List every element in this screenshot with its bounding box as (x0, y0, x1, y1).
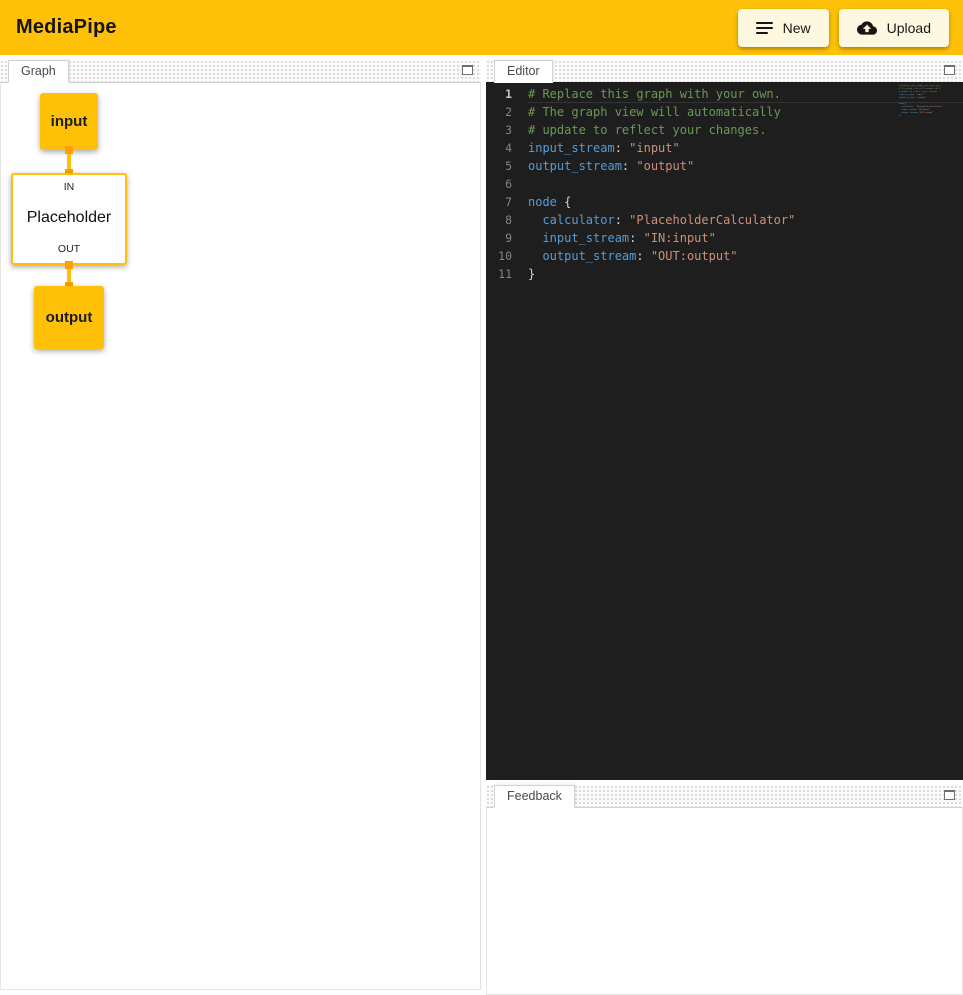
topbar-actions: New Upload (738, 9, 949, 47)
code-line: } (899, 114, 949, 117)
code-line[interactable]: 6 (486, 175, 963, 193)
code-line[interactable]: 7node { (486, 193, 963, 211)
feedback-content (486, 807, 963, 995)
code-line[interactable]: 8 calculator: "PlaceholderCalculator" (486, 211, 963, 229)
line-number: 3 (486, 121, 528, 139)
line-number: 6 (486, 175, 528, 193)
graph-node-input[interactable]: input (40, 93, 98, 150)
maximize-icon[interactable] (944, 65, 955, 75)
port-out-label: OUT (58, 243, 80, 255)
node-output-label: output (46, 309, 93, 326)
graph-canvas[interactable]: input IN Placeholder OUT output (0, 82, 481, 990)
line-number: 10 (486, 247, 528, 265)
node-placeholder-label: Placeholder (27, 209, 112, 227)
line-number: 8 (486, 211, 528, 229)
maximize-icon[interactable] (462, 65, 473, 75)
minimap[interactable]: # Replace this graph with your own.# The… (899, 84, 949, 144)
feedback-panel-header: Feedback (486, 785, 963, 807)
upload-button[interactable]: Upload (839, 9, 949, 47)
edge-pin (65, 261, 73, 269)
edge-pin (65, 146, 73, 154)
graph-node-placeholder[interactable]: IN Placeholder OUT (11, 173, 127, 265)
editor-panel-header: Editor (486, 60, 963, 82)
code-line[interactable]: 3# update to reflect your changes. (486, 121, 963, 139)
maximize-icon[interactable] (944, 790, 955, 800)
cloud-upload-icon (857, 18, 877, 38)
new-button-label: New (783, 20, 811, 36)
tab-editor-label: Editor (507, 64, 540, 78)
graph-node-output[interactable]: output (34, 286, 104, 349)
tab-editor[interactable]: Editor (494, 60, 553, 83)
tab-graph-label: Graph (21, 64, 56, 78)
port-in-label: IN (64, 181, 75, 193)
graph-panel-header: Graph (0, 60, 481, 82)
line-number: 11 (486, 265, 528, 283)
code-line[interactable]: 11} (486, 265, 963, 283)
new-button[interactable]: New (738, 9, 829, 47)
code-line[interactable]: 9 input_stream: "IN:input" (486, 229, 963, 247)
app-title: MediaPipe (16, 16, 117, 39)
line-number: 1 (486, 85, 528, 103)
editor-panel: Editor 1# Replace this graph with your o… (486, 60, 963, 780)
tab-feedback[interactable]: Feedback (494, 785, 575, 808)
app-header: MediaPipe New Upload (0, 0, 963, 55)
code-area[interactable]: 1# Replace this graph with your own.2# T… (486, 82, 963, 780)
line-number: 4 (486, 139, 528, 157)
main-layout: Graph input IN Placeholder OUT output (0, 55, 963, 995)
tab-graph[interactable]: Graph (8, 60, 69, 83)
minimap-content: # Replace this graph with your own.# The… (899, 84, 949, 117)
edge-placeholder-to-output (67, 263, 71, 288)
node-input-label: input (51, 113, 88, 130)
graph-panel: Graph input IN Placeholder OUT output (0, 60, 481, 990)
line-number: 5 (486, 157, 528, 175)
edge-input-to-placeholder (67, 148, 71, 175)
line-number: 9 (486, 229, 528, 247)
menu-lines-icon (756, 22, 773, 34)
code-line[interactable]: 4input_stream: "input" (486, 139, 963, 157)
feedback-panel: Feedback (486, 785, 963, 995)
tab-feedback-label: Feedback (507, 789, 562, 803)
code-line[interactable]: 2# The graph view will automatically (486, 103, 963, 121)
code-line[interactable]: 1# Replace this graph with your own. (486, 85, 963, 103)
code-line[interactable]: 5output_stream: "output" (486, 157, 963, 175)
upload-button-label: Upload (887, 20, 931, 36)
line-number: 7 (486, 193, 528, 211)
code-lines: 1# Replace this graph with your own.2# T… (486, 85, 963, 283)
line-number: 2 (486, 103, 528, 121)
code-editor[interactable]: 1# Replace this graph with your own.2# T… (486, 82, 963, 780)
code-line[interactable]: 10 output_stream: "OUT:output" (486, 247, 963, 265)
